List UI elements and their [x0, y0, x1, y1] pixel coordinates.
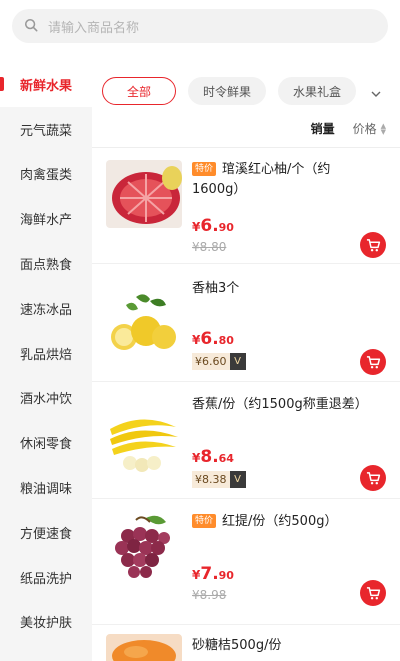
sidebar-item-frozen[interactable]: 速冻冰品	[0, 286, 92, 331]
product-price: ¥6.90	[192, 216, 234, 236]
sidebar-item-beauty[interactable]: 美妆护肤	[0, 600, 92, 645]
sidebar-item-dairy-bakery[interactable]: 乳品烘焙	[0, 331, 92, 376]
sort-arrows-icon: ▲ ▼	[380, 121, 386, 136]
sidebar-item-label: 海鲜水产	[19, 213, 72, 229]
cart-icon	[366, 586, 380, 599]
sidebar-item-meat-eggs[interactable]: 肉禽蛋类	[0, 152, 92, 197]
search-bar[interactable]: 请输入商品名称	[12, 9, 388, 43]
sidebar-item-label: 休闲零食	[19, 437, 72, 453]
cart-icon	[366, 238, 380, 251]
add-to-cart-button[interactable]	[360, 232, 386, 258]
price-decimal: 90	[218, 221, 234, 234]
sidebar-item-snacks[interactable]: 休闲零食	[0, 420, 92, 465]
sidebar-item-label: 美妆护肤	[19, 616, 72, 632]
product-price: ¥6.80	[192, 329, 234, 349]
tab-all[interactable]: 全部	[102, 77, 177, 105]
sidebar-item-drinks[interactable]: 酒水冲饮	[0, 376, 92, 421]
product-item[interactable]: 香蕉/份（约1500g称重退差） ¥8.64 ¥8.38 V	[92, 383, 400, 499]
product-name: 特价 琯溪红心柚/个（约1600g）	[192, 160, 366, 200]
special-offer-badge: 特价	[192, 514, 217, 528]
product-image-pomelo[interactable]	[106, 160, 182, 228]
product-item[interactable]: 香柚3个 ¥6.80 ¥6.60 V	[92, 265, 400, 382]
product-panel: 全部 时令鲜果 水果礼盒 销量 价格 ▲ ▼ 特价 琯溪红心柚/个（约1600g）	[92, 62, 400, 661]
original-price: ¥8.98	[192, 588, 227, 602]
sidebar-item-fresh-fruit[interactable]: 新鲜水果	[0, 62, 92, 107]
sort-bar: 销量 价格 ▲ ▼	[311, 120, 386, 137]
tab-seasonal-fruit[interactable]: 时令鲜果	[188, 77, 267, 105]
member-price: ¥6.60 V	[192, 353, 246, 370]
sidebar-item-label: 面点熟食	[19, 258, 72, 274]
sidebar-item-label: 粮油调味	[19, 482, 72, 498]
price-integer: 6.	[200, 329, 219, 349]
vip-badge-icon: V	[229, 471, 246, 488]
price-decimal: 64	[218, 452, 234, 465]
category-sidebar: 新鲜水果 元气蔬菜 肉禽蛋类 海鲜水产 面点熟食 速冻冰品 乳品烘焙 酒水冲饮 …	[0, 62, 92, 661]
sort-price-label: 价格	[352, 122, 377, 136]
product-price: ¥8.64	[192, 447, 234, 467]
sidebar-item-label: 乳品烘焙	[19, 347, 72, 363]
search-input[interactable]: 请输入商品名称	[48, 17, 139, 36]
member-price-value: ¥6.60	[192, 353, 230, 370]
add-to-cart-button[interactable]	[360, 580, 386, 606]
price-decimal: 80	[218, 334, 234, 347]
product-image-banana[interactable]	[106, 405, 182, 473]
sidebar-item-label: 速冻冰品	[19, 302, 72, 318]
product-item[interactable]: 特价 琯溪红心柚/个（约1600g） ¥6.90 ¥8.80	[92, 148, 400, 264]
sidebar-item-vegetables[interactable]: 元气蔬菜	[0, 107, 92, 152]
product-price: ¥7.90	[192, 564, 234, 584]
add-to-cart-button[interactable]	[360, 349, 386, 375]
sidebar-item-label: 肉禽蛋类	[19, 168, 72, 184]
sidebar-item-label: 新鲜水果	[19, 78, 72, 94]
special-offer-badge: 特价	[192, 162, 217, 176]
vip-badge-icon: V	[229, 353, 246, 370]
tab-fruit-gift-box[interactable]: 水果礼盒	[278, 77, 357, 105]
search-icon	[24, 17, 38, 36]
product-title: 红提/份（约500g）	[222, 514, 338, 529]
price-integer: 6.	[200, 216, 219, 236]
product-image-grapes[interactable]	[106, 514, 182, 582]
sidebar-item-label: 元气蔬菜	[19, 123, 72, 139]
sidebar-item-seafood[interactable]: 海鲜水产	[0, 196, 92, 241]
subcategory-tabs: 全部 时令鲜果 水果礼盒	[102, 76, 400, 106]
price-decimal: 90	[218, 569, 234, 582]
sort-by-sales[interactable]: 销量	[311, 120, 335, 137]
sidebar-item-label: 方便速食	[19, 526, 72, 542]
sidebar-item-deli[interactable]: 面点熟食	[0, 241, 92, 286]
chevron-down-icon[interactable]	[370, 85, 382, 97]
product-name: 砂糖桔500g/份	[192, 638, 282, 653]
product-image-orange[interactable]	[106, 634, 182, 661]
product-item[interactable]: 特价 红提/份（约500g） ¥7.90 ¥8.98	[92, 500, 400, 625]
product-image-citron[interactable]	[106, 289, 182, 357]
product-name: 特价 红提/份（约500g）	[192, 512, 366, 532]
original-price: ¥8.80	[192, 240, 227, 254]
sidebar-item-label: 纸品洗护	[19, 571, 72, 587]
cart-icon	[366, 355, 380, 368]
sidebar-item-label: 酒水冲饮	[19, 392, 72, 408]
member-price-value: ¥8.38	[192, 471, 230, 488]
cart-icon	[366, 471, 380, 484]
sidebar-item-paper-care[interactable]: 纸品洗护	[0, 555, 92, 600]
add-to-cart-button[interactable]	[360, 465, 386, 491]
sort-by-price[interactable]: 价格 ▲ ▼	[353, 120, 386, 137]
sidebar-item-grain-oil[interactable]: 粮油调味	[0, 465, 92, 510]
product-item[interactable]: 砂糖桔500g/份	[92, 626, 400, 661]
price-integer: 7.	[200, 564, 219, 584]
product-name: 香蕉/份（约1500g称重退差）	[192, 397, 368, 412]
member-price: ¥8.38 V	[192, 471, 246, 488]
price-integer: 8.	[200, 447, 219, 467]
product-name: 香柚3个	[192, 281, 240, 296]
sidebar-item-instant-food[interactable]: 方便速食	[0, 510, 92, 555]
